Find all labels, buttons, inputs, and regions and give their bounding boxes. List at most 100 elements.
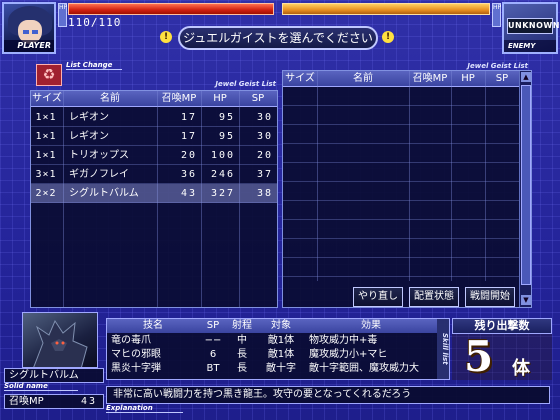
right-list-panel: サイズ 名前 召喚MP HP SP ▲ ▼ やり直し 配置状態 戦闘開始 [282, 70, 532, 308]
mp-value: 43 [80, 396, 97, 407]
right-list-title: Jewel Geist List [467, 62, 528, 70]
portrait-eye [32, 30, 38, 34]
row-sp: 38 [256, 188, 273, 199]
skill-target: 敵1体 [267, 349, 295, 360]
scroll-up-icon[interactable]: ▲ [521, 72, 531, 82]
left-list-panel: サイズ 名前 召喚MP HP SP 1×1 レギオン 17 95 30 1×1 … [30, 90, 278, 308]
row-name: レギオン [69, 131, 109, 142]
col-sp: SP [251, 93, 265, 104]
list-change-icon[interactable]: ♻ [36, 64, 62, 86]
row-size: 3×1 [35, 169, 57, 180]
skill-sp: −− [204, 335, 222, 346]
skill-target: 敵十字 [266, 363, 296, 374]
right-list-header: サイズ 名前 召喚MP HP SP [283, 71, 519, 87]
skill-name: 竜の毒爪 [111, 335, 151, 346]
skill-sp: 6 [209, 349, 217, 360]
row-mp: 20 [180, 150, 197, 161]
row-sp: 37 [256, 169, 273, 180]
row-name: トリオップス [69, 150, 129, 161]
row-size: 1×1 [35, 150, 57, 161]
row-name: レギオン [69, 112, 109, 123]
player-hp-value: 110/110 [68, 16, 122, 29]
remaining-sorties-count: 5 [464, 332, 494, 381]
player-portrait: PLAYER [2, 2, 56, 54]
row-hp: 327 [210, 188, 235, 199]
empty-row [283, 239, 519, 258]
list-change-label: List Change [66, 61, 123, 70]
row-hp: 95 [218, 112, 235, 123]
col-skill-range: 射程 [232, 320, 252, 331]
excl-icon: ! [382, 31, 394, 43]
left-list-title: Jewel Geist List [215, 80, 276, 88]
col-size: サイズ [32, 93, 62, 104]
enemy-hp-marker: HP [492, 3, 501, 27]
skill-header: 技名 SP 射程 対象 効果 [107, 319, 437, 333]
monster-portrait [22, 312, 98, 368]
skill-target: 敵1体 [267, 335, 295, 346]
explanation-label: Explanation [106, 404, 183, 413]
scroll-thumb[interactable] [521, 85, 531, 285]
col-skill-target: 対象 [271, 320, 291, 331]
col-mp: 召喚MP [161, 93, 197, 104]
monster-name: シグルトバルム [4, 368, 104, 383]
col-name: 名前 [353, 73, 373, 84]
row-name: ギガノフレイ [69, 169, 129, 180]
portrait-eye [23, 30, 29, 34]
right-list-scrollbar[interactable]: ▲ ▼ [519, 71, 531, 307]
row-sp: 30 [256, 131, 273, 142]
skill-effect: 物攻威力中+毒 [309, 335, 378, 346]
redo-button[interactable]: やり直し [353, 287, 403, 307]
start-battle-button[interactable]: 戦闘開始 [465, 287, 515, 307]
skill-range: 長 [237, 363, 247, 374]
list-row[interactable]: 3×1 ギガノフレイ 36 246 37 [31, 165, 277, 184]
skill-effect: 敵十字範囲、魔攻威力大 [309, 363, 419, 374]
dragon-image [33, 319, 88, 367]
skill-range: 中 [237, 335, 247, 346]
skill-name: マヒの邪眼 [111, 349, 161, 360]
enemy-hp-bar [282, 3, 490, 15]
explanation-text: 非常に高い戦闘力を持つ黒き龍王。攻守の要となってくれるだろう [106, 386, 550, 404]
monster-mp: 召喚MP 43 [4, 394, 104, 409]
row-mp: 17 [180, 112, 197, 123]
skill-row[interactable]: 黒炎十字弾 BT 長 敵十字 敵十字範囲、魔攻威力大 [107, 362, 437, 376]
list-row[interactable]: 1×1 レギオン 17 95 30 [31, 108, 277, 127]
enemy-name: UNKNOWN [507, 18, 559, 34]
col-skill-name: 技名 [143, 320, 163, 331]
row-hp: 100 [210, 150, 235, 161]
scroll-down-icon[interactable]: ▼ [521, 295, 531, 305]
monster-name-label: Solid name [4, 382, 78, 391]
empty-row [283, 106, 519, 125]
row-size: 1×1 [35, 112, 57, 123]
row-name: シグルトバルム [69, 188, 139, 199]
empty-row [283, 125, 519, 144]
mp-label: 召喚MP [9, 396, 44, 407]
skill-row[interactable]: 竜の毒爪 −− 中 敵1体 物攻威力中+毒 [107, 334, 437, 348]
skill-name: 黒炎十字弾 [111, 363, 161, 374]
col-skill-effect: 効果 [361, 320, 381, 331]
player-tag: PLAYER [4, 40, 54, 52]
col-skill-sp: SP [206, 320, 220, 331]
empty-row [283, 220, 519, 239]
placement-status-button[interactable]: 配置状態 [409, 287, 459, 307]
skill-range: 長 [237, 349, 247, 360]
left-list-header: サイズ 名前 召喚MP HP SP [31, 91, 277, 107]
list-row-selected[interactable]: 2×2 シグルトバルム 43 327 38 [31, 184, 277, 203]
list-row[interactable]: 1×1 レギオン 17 95 30 [31, 127, 277, 146]
empty-row [283, 201, 519, 220]
empty-row [283, 87, 519, 106]
row-mp: 36 [180, 169, 197, 180]
row-sp: 30 [256, 112, 273, 123]
row-hp: 246 [210, 169, 235, 180]
empty-row [283, 182, 519, 201]
col-hp: HP [461, 73, 475, 84]
excl-icon: ! [160, 31, 172, 43]
col-size: サイズ [285, 73, 315, 84]
skill-effect: 魔攻威力小+マヒ [309, 349, 388, 360]
skill-row[interactable]: マヒの邪眼 6 長 敵1体 魔攻威力小+マヒ [107, 348, 437, 362]
empty-row [283, 258, 519, 277]
enemy-portrait: UNKNOWN ENEMY [502, 2, 559, 54]
list-row[interactable]: 1×1 トリオップス 20 100 20 [31, 146, 277, 165]
enemy-tag: ENEMY [504, 40, 556, 52]
empty-row [283, 163, 519, 182]
skill-sp: BT [206, 363, 220, 374]
